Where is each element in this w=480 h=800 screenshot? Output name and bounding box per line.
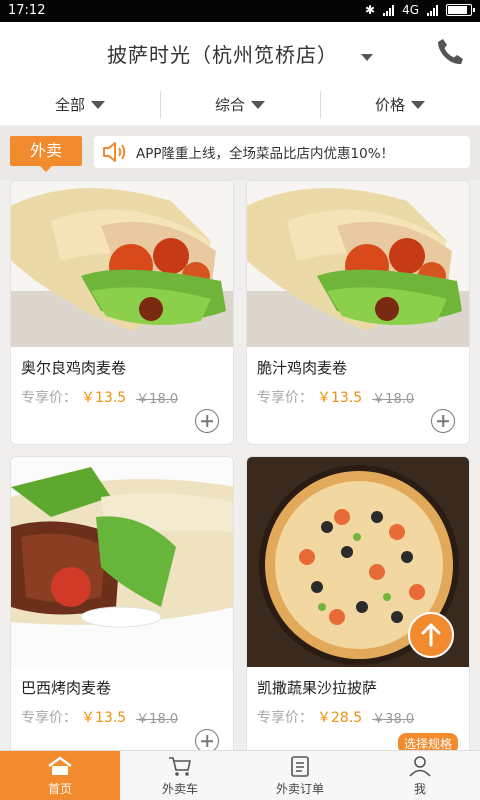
announcement: APP隆重上线，全场菜品比店内优惠10%！ [94, 136, 470, 168]
status-time: 17:12 [8, 3, 46, 18]
filter-label: 价格 [374, 96, 405, 114]
takeout-tag[interactable]: 外卖 [10, 136, 82, 172]
product-card[interactable]: 凯撒蔬果沙拉披萨 专享价： ￥28.5 ￥38.0 [246, 456, 470, 750]
product-grid: 奥尔良鸡肉麦卷 专享价： ￥13.5 ￥18.0 脆汁鸡肉麦卷 专享价： ￥13… [0, 180, 480, 750]
filter-sort[interactable]: 综合 [160, 84, 320, 125]
bluetooth-icon: ✱ [365, 3, 376, 17]
chevron-down-icon [361, 54, 374, 61]
price-label: 专享价： [257, 710, 313, 726]
status-bar: 17:12 ✱ 4G [0, 0, 480, 22]
price-row: 专享价： ￥13.5 ￥18.0 [257, 387, 414, 407]
announcement-text: APP隆重上线，全场菜品比店内优惠10%！ [136, 146, 395, 162]
add-to-cart-icon[interactable] [195, 729, 219, 750]
tab-label: 首页 [47, 781, 72, 796]
store-title: 披萨时光（杭州笕桥店） [106, 43, 338, 67]
battery-icon [446, 4, 475, 16]
caret-down-icon [251, 100, 265, 109]
product-name: 脆汁鸡肉麦卷 [257, 359, 348, 377]
product-name: 凯撒蔬果沙拉披萨 [257, 679, 378, 697]
tab-me[interactable]: 我 [360, 751, 480, 800]
product-name: 巴西烤肉麦卷 [21, 679, 112, 697]
tab-home[interactable]: 首页 [0, 751, 120, 800]
product-name: 奥尔良鸡肉麦卷 [21, 359, 127, 377]
current-price: ￥28.5 [317, 710, 363, 726]
original-price: ￥18.0 [136, 711, 179, 727]
tab-label: 外卖车 [161, 781, 198, 796]
speaker-icon [103, 142, 126, 162]
tab-orders[interactable]: 外卖订单 [240, 751, 360, 800]
current-price: ￥13.5 [81, 710, 127, 726]
product-card[interactable]: 脆汁鸡肉麦卷 专享价： ￥13.5 ￥18.0 [246, 180, 470, 445]
product-card[interactable]: 奥尔良鸡肉麦卷 专享价： ￥13.5 ￥18.0 [10, 180, 234, 445]
filter-price[interactable]: 价格 [320, 84, 480, 125]
wrap-image [11, 181, 233, 347]
current-price: ￥13.5 [317, 390, 363, 406]
phone-icon[interactable] [434, 36, 466, 68]
price-row: 专享价： ￥28.5 ￥38.0 [257, 707, 414, 727]
signal-icon-2 [427, 4, 438, 16]
add-to-cart-icon[interactable] [431, 409, 455, 433]
network-type: 4G [402, 3, 419, 17]
user-icon [409, 755, 431, 777]
price-row: 专享价： ￥13.5 ￥18.0 [21, 387, 178, 407]
signal-icon [383, 4, 395, 16]
bottom-tab-bar: 首页 外卖车 外卖订单 我 [0, 750, 480, 800]
kebab-wrap-image [11, 457, 233, 667]
tab-cart[interactable]: 外卖车 [120, 751, 240, 800]
caret-down-icon [91, 100, 105, 109]
price-label: 专享价： [257, 390, 313, 406]
original-price: ￥18.0 [372, 391, 415, 407]
tab-label: 外卖订单 [275, 781, 324, 796]
caret-down-icon [411, 100, 425, 109]
arrow-up-icon [421, 623, 441, 647]
wrap-image [247, 181, 469, 347]
price-label: 专享价： [21, 710, 77, 726]
filter-bar: 全部 综合 价格 [0, 84, 480, 126]
order-icon [291, 755, 309, 777]
product-card[interactable]: 巴西烤肉麦卷 专享价： ￥13.5 ￥18.0 [10, 456, 234, 750]
original-price: ￥38.0 [372, 711, 415, 727]
back-to-top-button[interactable] [408, 612, 454, 658]
status-icons: ✱ 4G [365, 3, 475, 17]
header: 披萨时光（杭州笕桥店） [0, 22, 480, 84]
add-to-cart-icon[interactable] [195, 409, 219, 433]
price-label: 专享价： [21, 390, 77, 406]
store-selector[interactable]: 披萨时光（杭州笕桥店） [0, 39, 480, 68]
filter-all[interactable]: 全部 [0, 84, 160, 125]
filter-label: 综合 [214, 96, 245, 114]
current-price: ￥13.5 [81, 390, 127, 406]
filter-label: 全部 [54, 96, 85, 114]
original-price: ￥18.0 [136, 391, 179, 407]
price-row: 专享价： ￥13.5 ￥18.0 [21, 707, 178, 727]
notice-row: 外卖 APP隆重上线，全场菜品比店内优惠10%！ [0, 126, 480, 180]
cart-icon [169, 756, 191, 776]
home-icon [48, 755, 72, 775]
tab-label: 我 [413, 781, 426, 796]
